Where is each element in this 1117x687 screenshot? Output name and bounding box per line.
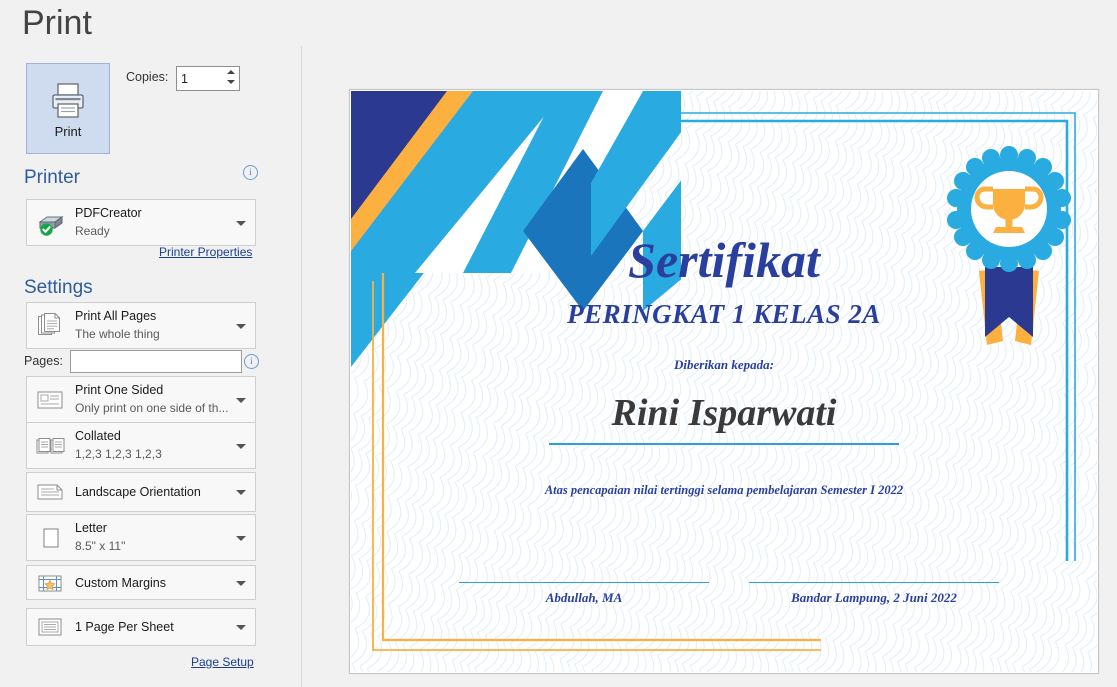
signature-line-left	[459, 582, 709, 583]
pages-per-sheet-icon	[35, 612, 65, 642]
chevron-down-icon[interactable]	[236, 490, 246, 495]
collated-icon	[35, 431, 65, 461]
preview-page[interactable]: Sertifikat PERINGKAT 1 KELAS 2A Diberika…	[349, 89, 1099, 674]
copies-stepper[interactable]	[176, 66, 240, 91]
printer-info-icon[interactable]: i	[243, 165, 258, 180]
copies-input[interactable]	[177, 67, 223, 90]
all-pages-icon	[35, 311, 65, 341]
page-title: Print	[22, 4, 92, 42]
print-preview-area: Sertifikat PERINGKAT 1 KELAS 2A Diberika…	[302, 46, 1117, 687]
printer-section-header: Printer	[24, 167, 80, 188]
print-button-label: Print	[54, 124, 82, 139]
certificate-document: Sertifikat PERINGKAT 1 KELAS 2A Diberika…	[351, 91, 1097, 672]
certificate-given-to-label: Diberikan kepada:	[673, 357, 775, 372]
signature-left-label: Abdullah, MA	[545, 590, 623, 605]
margins-icon	[35, 568, 65, 598]
copies-label: Copies:	[126, 70, 169, 84]
chevron-down-icon[interactable]	[236, 220, 246, 226]
settings-section-header: Settings	[24, 277, 93, 298]
printer-select[interactable]: PDFCreator Ready	[26, 199, 256, 246]
certificate-text: Sertifikat PERINGKAT 1 KELAS 2A Diberika…	[351, 91, 1097, 672]
print-button[interactable]: Print	[26, 63, 110, 154]
paper-size-secondary: 8.5" x 11"	[75, 539, 126, 553]
pages-input[interactable]	[71, 351, 239, 372]
signature-right-label: Bandar Lampung, 2 Juni 2022	[791, 590, 957, 605]
certificate-subtitle: PERINGKAT 1 KELAS 2A	[567, 299, 881, 329]
print-range-select[interactable]: Print All Pages The whole thing	[26, 302, 256, 349]
printer-status: Ready	[75, 224, 110, 238]
certificate-reason: Atas pencapaian nilai tertinggi selama p…	[544, 483, 904, 497]
chevron-down-icon[interactable]	[236, 580, 246, 586]
page-setup-link[interactable]: Page Setup	[191, 655, 254, 669]
pages-field[interactable]	[70, 350, 242, 373]
pages-label: Pages:	[24, 354, 63, 368]
chevron-down-icon[interactable]	[236, 535, 246, 541]
one-sided-icon	[35, 385, 65, 415]
printer-device-icon	[35, 208, 65, 238]
pages-per-sheet-primary: 1 Page Per Sheet	[75, 620, 174, 634]
signature-line-right	[749, 582, 999, 583]
copies-increment-button[interactable]	[223, 67, 238, 77]
copies-decrement-button[interactable]	[223, 77, 238, 87]
chevron-down-icon[interactable]	[236, 443, 246, 449]
printer-name: PDFCreator	[75, 206, 142, 220]
chevron-down-icon[interactable]	[236, 323, 246, 329]
collation-secondary: 1,2,3 1,2,3 1,2,3	[75, 447, 162, 461]
pages-per-sheet-select[interactable]: 1 Page Per Sheet	[26, 608, 256, 646]
margins-primary: Custom Margins	[75, 575, 166, 590]
margins-select[interactable]: Custom Margins	[26, 565, 256, 600]
orientation-icon	[35, 477, 65, 507]
print-range-secondary: The whole thing	[75, 327, 160, 341]
orientation-select[interactable]: Landscape Orientation	[26, 472, 256, 512]
pages-info-icon[interactable]: i	[244, 354, 259, 369]
duplex-select[interactable]: Print One Sided Only print on one side o…	[26, 376, 256, 423]
print-backstage-screen: Print Print Copies: 1 Printer i PDFCreat…	[0, 0, 1117, 687]
printer-icon	[46, 78, 90, 122]
certificate-title: Sertifikat	[628, 232, 820, 288]
paper-size-select[interactable]: Letter 8.5" x 11"	[26, 514, 256, 561]
print-range-primary: Print All Pages	[75, 309, 157, 323]
duplex-secondary: Only print on one side of th...	[75, 401, 229, 415]
orientation-primary: Landscape Orientation	[75, 485, 201, 499]
certificate-recipient-name: Rini Isparwati	[611, 392, 837, 434]
chevron-down-icon[interactable]	[236, 397, 246, 403]
collation-select[interactable]: Collated 1,2,3 1,2,3 1,2,3	[26, 422, 256, 469]
paper-size-icon	[35, 523, 65, 553]
recipient-underline	[549, 443, 899, 445]
print-settings-panel: Print Print Copies: 1 Printer i PDFCreat…	[0, 0, 301, 687]
copies-spinner[interactable]	[223, 67, 238, 88]
printer-properties-link[interactable]: Printer Properties	[159, 245, 252, 259]
paper-size-primary: Letter	[75, 521, 107, 535]
chevron-down-icon[interactable]	[236, 625, 246, 630]
collation-primary: Collated	[75, 429, 121, 443]
duplex-primary: Print One Sided	[75, 383, 164, 397]
